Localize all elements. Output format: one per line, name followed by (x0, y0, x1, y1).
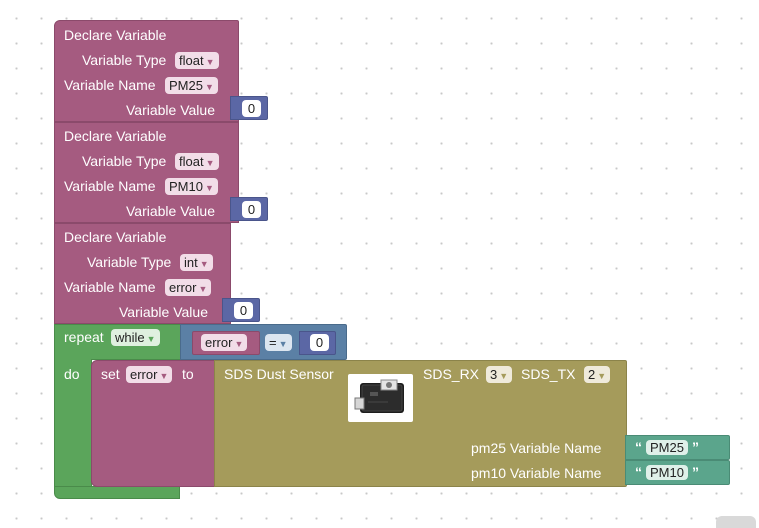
dust-sensor-module-icon (348, 374, 413, 422)
repeat-mode-dropdown[interactable]: while ▼ (111, 329, 160, 346)
sensor-title: SDS Dust Sensor (224, 366, 334, 382)
compare-operator-dropdown[interactable]: = ▼ (265, 334, 292, 351)
rx-label: SDS_RX (423, 366, 480, 382)
set-variable-dropdown[interactable]: error ▼ (126, 366, 173, 383)
variable-value-input[interactable]: 0 (242, 100, 261, 117)
set-label: set (101, 366, 120, 382)
do-label: do (64, 366, 80, 382)
chevron-down-icon: ▼ (199, 259, 209, 269)
pm10-label: pm10 Variable Name (471, 465, 602, 481)
variable-name-label: Variable Name (64, 77, 156, 93)
variable-value-label: Variable Value (126, 203, 215, 219)
declare-variable-block-2[interactable]: Declare Variable Variable Type float ▼ Va… (54, 122, 239, 223)
variable-name-label: Variable Name (64, 178, 156, 194)
chevron-down-icon: ▼ (234, 339, 244, 349)
to-label: to (182, 366, 194, 382)
variable-type-dropdown[interactable]: float ▼ (175, 153, 219, 170)
chevron-down-icon: ▼ (204, 183, 214, 193)
rx-pin-dropdown[interactable]: 3 ▼ (486, 366, 513, 383)
variable-type-label: Variable Type (87, 254, 172, 270)
quote-close-icon: ” (691, 464, 699, 480)
tx-pin-dropdown[interactable]: 2 ▼ (584, 366, 611, 383)
variable-value-input[interactable]: 0 (234, 302, 253, 319)
variable-value-label: Variable Value (119, 304, 208, 320)
declare-variable-block-3[interactable]: Declare Variable Variable Type int ▼ Vari… (54, 223, 231, 324)
variable-name-dropdown[interactable]: PM10 ▼ (165, 178, 218, 195)
chevron-down-icon: ▼ (204, 82, 214, 92)
chevron-down-icon: ▼ (146, 334, 156, 344)
quote-close-icon: ” (691, 439, 699, 455)
quote-open-icon: “ (635, 464, 642, 480)
variable-value-label: Variable Value (126, 102, 215, 118)
chevron-down-icon: ▼ (198, 284, 208, 294)
declare-title: Declare Variable (64, 128, 167, 144)
pm25-string[interactable]: “PM25” (635, 439, 699, 456)
variable-name-dropdown[interactable]: error ▼ (165, 279, 212, 296)
declare-title: Declare Variable (64, 27, 167, 43)
repeat-while-bottom (54, 486, 180, 499)
compare-variable-dropdown[interactable]: error ▼ (201, 334, 248, 351)
chevron-down-icon: ▼ (597, 371, 607, 381)
variable-name-label: Variable Name (64, 279, 156, 295)
pm25-label: pm25 Variable Name (471, 440, 602, 456)
chevron-down-icon: ▼ (205, 57, 215, 67)
chevron-down-icon: ▼ (278, 339, 288, 349)
chevron-down-icon: ▼ (159, 371, 169, 381)
trash-icon[interactable] (716, 516, 756, 528)
variable-name-dropdown[interactable]: PM25 ▼ (165, 77, 218, 94)
chevron-down-icon: ▼ (499, 371, 509, 381)
tx-label: SDS_TX (521, 366, 576, 382)
variable-type-label: Variable Type (82, 52, 167, 68)
repeat-label: repeat (64, 329, 104, 345)
chevron-down-icon: ▼ (205, 158, 215, 168)
variable-type-dropdown[interactable]: float ▼ (175, 52, 219, 69)
variable-type-label: Variable Type (82, 153, 167, 169)
declare-variable-block-1[interactable]: Declare Variable Variable Type float ▼ Va… (54, 20, 239, 122)
declare-title: Declare Variable (64, 229, 167, 245)
variable-type-dropdown[interactable]: int ▼ (180, 254, 213, 271)
pm10-string[interactable]: “PM10” (635, 464, 699, 481)
compare-value-input[interactable]: 0 (310, 334, 329, 351)
quote-open-icon: “ (635, 439, 642, 455)
variable-value-input[interactable]: 0 (242, 201, 261, 218)
